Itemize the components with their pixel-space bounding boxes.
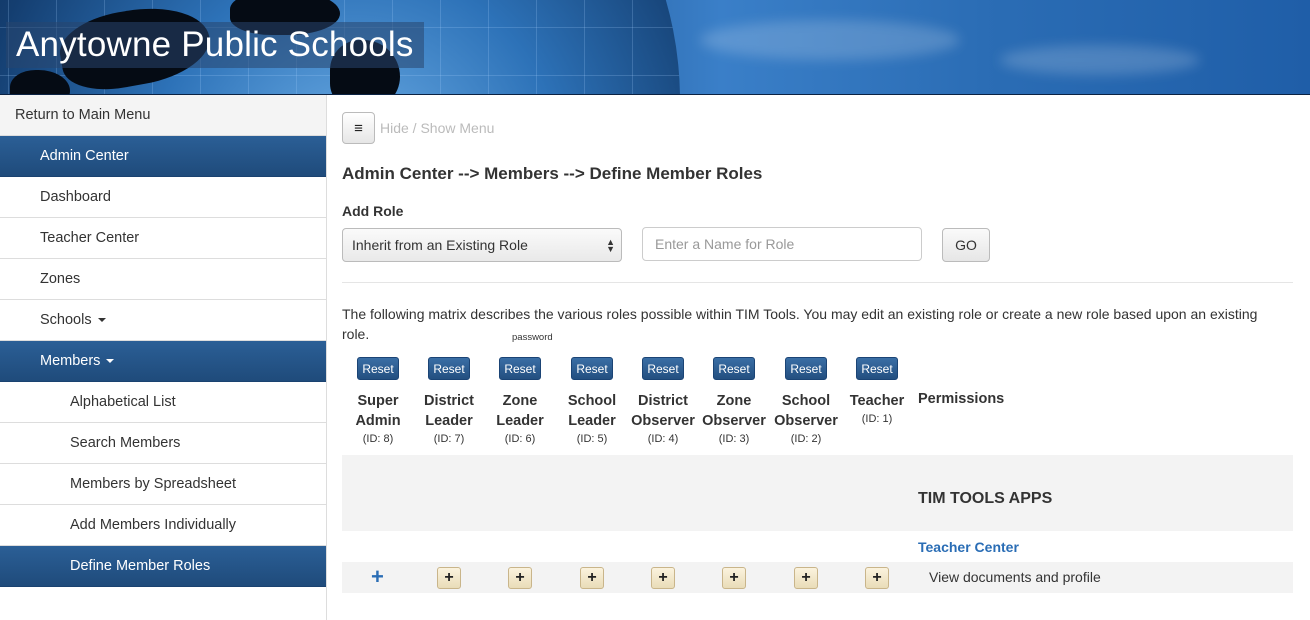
role-id: (ID: 2)	[790, 433, 822, 445]
role-id: (ID: 6)	[504, 433, 536, 445]
role-column-header: Zone Leader	[496, 393, 544, 429]
permissions-header: Permissions	[918, 391, 1005, 407]
role-column-header: School Observer	[774, 393, 838, 429]
toggle-permission-button[interactable]: +	[722, 567, 746, 589]
toggle-permission-button[interactable]: +	[437, 567, 461, 589]
inherit-role-select[interactable]: Inherit from an Existing Role ▲ ▼	[342, 228, 622, 262]
password-label: password	[512, 332, 553, 343]
hide-show-menu-label[interactable]: Hide / Show Menu	[380, 120, 494, 136]
reset-button[interactable]: Reset	[713, 357, 755, 380]
sidebar-item-zones[interactable]: Zones	[0, 259, 326, 300]
teacher-center-link[interactable]: Teacher Center	[918, 539, 1019, 555]
role-id: (ID: 3)	[718, 433, 750, 445]
apps-heading: TIM TOOLS APPS	[918, 490, 1053, 507]
sidebar-item-schools[interactable]: Schools	[0, 300, 326, 341]
go-button[interactable]: GO	[942, 228, 990, 262]
toggle-permission-button[interactable]: +	[794, 567, 818, 589]
reset-button[interactable]: Reset	[428, 357, 470, 380]
toggle-permission-button[interactable]: +	[508, 567, 532, 589]
role-column-header: Super Admin	[355, 393, 401, 429]
role-id: (ID: 4)	[647, 433, 679, 445]
sidebar-item-teacher-center[interactable]: Teacher Center	[0, 218, 326, 259]
add-role-label: Add Role	[342, 203, 404, 219]
reset-button[interactable]: Reset	[357, 357, 399, 380]
role-column-header: Zone Observer	[702, 393, 766, 429]
role-id: (ID: 7)	[433, 433, 465, 445]
caret-down-icon	[97, 318, 106, 322]
toggle-permission-button[interactable]: +	[865, 567, 889, 589]
apps-band	[342, 455, 1293, 531]
role-name-input[interactable]: Enter a Name for Role	[642, 227, 922, 261]
main-content: ≡ Hide / Show Menu Admin Center --> Memb…	[327, 95, 1310, 620]
sidebar-item-add-members-individually[interactable]: Add Members Individually	[0, 505, 326, 546]
select-arrows-icon: ▲ ▼	[606, 237, 615, 254]
reset-button[interactable]: Reset	[856, 357, 898, 380]
sidebar-item-members-by-spreadsheet[interactable]: Members by Spreadsheet	[0, 464, 326, 505]
sidebar-item-admin-center[interactable]: Admin Center	[0, 136, 326, 177]
sidebar-nav: Admin Center Dashboard Teacher Center Zones…	[0, 136, 326, 587]
caret-down-icon	[106, 359, 115, 363]
page-title: Admin Center --> Members --> Define Memb…	[342, 164, 763, 183]
toggle-permission-button[interactable]: +	[651, 567, 675, 589]
divider	[342, 282, 1293, 283]
sidebar-item-alphabetical-list[interactable]: Alphabetical List	[0, 382, 326, 423]
role-id: (ID: 8)	[362, 433, 394, 445]
role-column-header: Teacher	[849, 393, 905, 409]
role-id: (ID: 5)	[576, 433, 608, 445]
site-title-box: Anytowne Public Schools	[6, 22, 424, 68]
sidebar-item-members[interactable]: Members	[0, 341, 326, 382]
reset-button[interactable]: Reset	[785, 357, 827, 380]
site-title: Anytowne Public Schools	[16, 25, 414, 64]
matrix-description: The following matrix describes the vario…	[342, 306, 1258, 342]
return-to-main-menu[interactable]: Return to Main Menu	[0, 95, 326, 136]
reset-button[interactable]: Reset	[642, 357, 684, 380]
reset-button[interactable]: Reset	[571, 357, 613, 380]
toggle-permission-button[interactable]: +	[580, 567, 604, 589]
plus-icon[interactable]: +	[371, 565, 384, 589]
role-column-header: District Leader	[424, 393, 474, 429]
reset-button[interactable]: Reset	[499, 357, 541, 380]
hamburger-icon: ≡	[354, 119, 363, 137]
sidebar-item-define-member-roles[interactable]: Define Member Roles	[0, 546, 326, 587]
role-column-header: School Leader	[567, 393, 617, 429]
header-banner: Anytowne Public Schools	[0, 0, 1310, 95]
permission-text: View documents and profile	[929, 569, 1101, 585]
sidebar-item-dashboard[interactable]: Dashboard	[0, 177, 326, 218]
sidebar: Return to Main Menu Admin Center Dashboar…	[0, 95, 327, 620]
role-id: (ID: 1)	[861, 413, 893, 425]
sidebar-item-search-members[interactable]: Search Members	[0, 423, 326, 464]
role-column-header: District Observer	[631, 393, 695, 429]
hamburger-menu-button[interactable]: ≡	[342, 112, 375, 144]
